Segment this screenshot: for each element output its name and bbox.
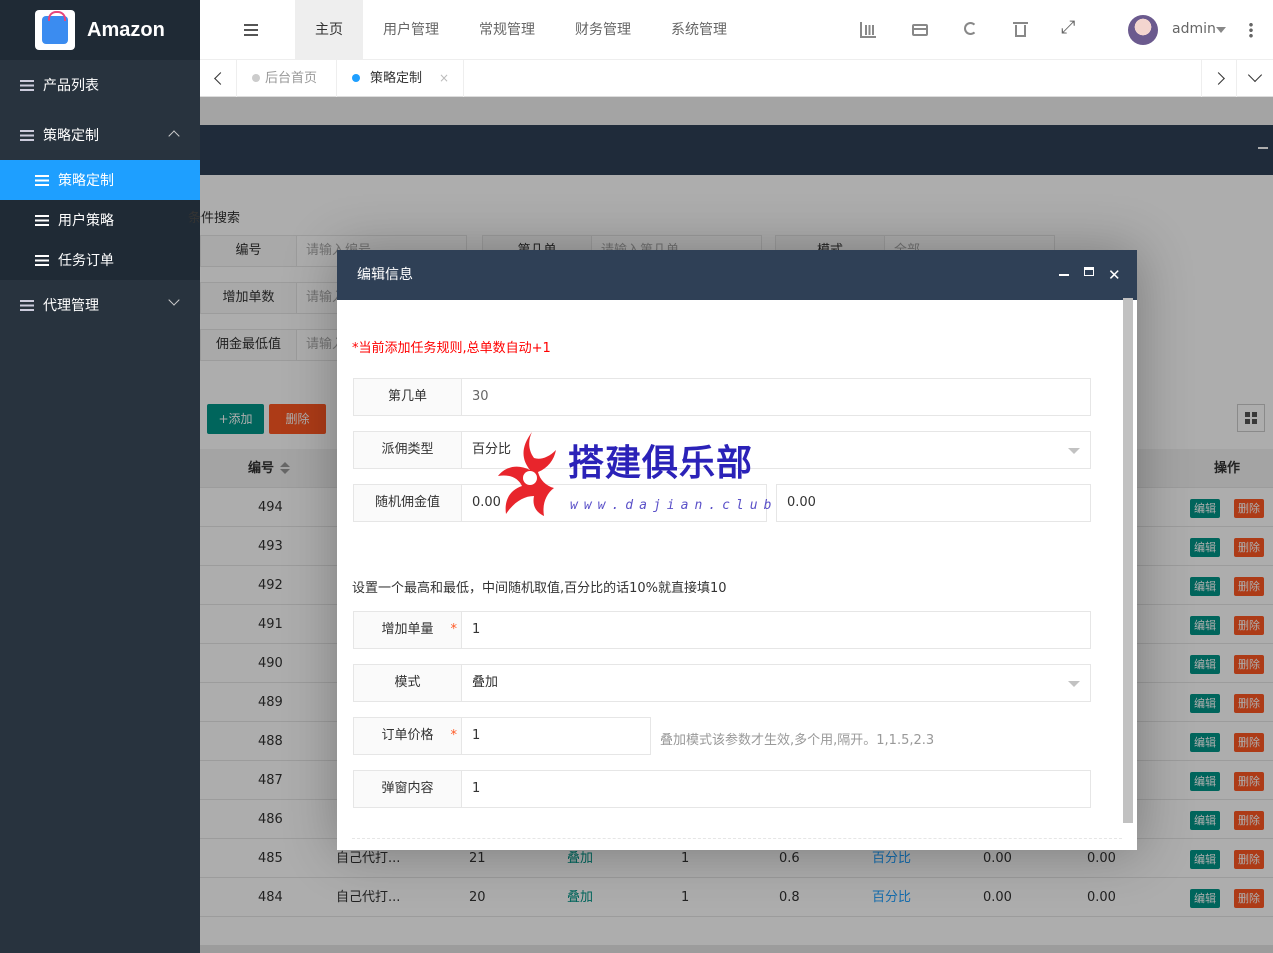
user-name[interactable]: admin	[1172, 21, 1216, 37]
tab-label: 策略定制	[370, 71, 423, 86]
sidebar-subitem-task-orders[interactable]: 任务订单	[0, 240, 200, 280]
field-label: 订单价格 *	[353, 717, 462, 755]
list-icon	[20, 129, 34, 141]
fullscreen-icon[interactable]	[1061, 17, 1078, 38]
tab-menu-icon[interactable]	[1236, 60, 1273, 97]
sidebar-subitem-strategy[interactable]: 策略定制	[0, 160, 200, 200]
avatar[interactable]	[1128, 15, 1158, 45]
top-header: 主页 用户管理 常规管理 财务管理 系统管理 admin	[200, 0, 1273, 60]
top-nav-users[interactable]: 用户管理	[363, 0, 459, 60]
order-price-input[interactable]: 1	[462, 717, 651, 755]
order-index-input[interactable]: 30	[462, 378, 1091, 416]
tab-dot-icon	[252, 74, 260, 82]
required-mark: *	[450, 728, 458, 743]
more-vertical-icon[interactable]	[1249, 22, 1253, 38]
bar-chart-icon[interactable]	[860, 22, 876, 38]
form-row-order-price: 订单价格 * 1	[353, 717, 651, 755]
sidebar-item-products[interactable]: 产品列表	[0, 60, 200, 110]
modal-header: 编辑信息 ✕	[337, 250, 1137, 300]
tabs-bar: 后台首页 策略定制 ×	[200, 60, 1273, 97]
sidebar-subitem-label: 策略定制	[58, 173, 114, 189]
form-row-order-index: 第几单 30	[353, 378, 1091, 416]
sidebar: Amazon 产品列表 策略定制 策略定制 用户策略 任务订单 代理管理	[0, 0, 200, 953]
modal-title: 编辑信息	[357, 267, 413, 283]
commission-hint: 设置一个最高和最低，中间随机取值,百分比的话10%就直接填10	[352, 581, 727, 596]
form-row-add-count: 增加单量 * 1	[353, 611, 1091, 649]
watermark-title: 搭建俱乐部	[568, 443, 754, 484]
sidebar-item-strategy[interactable]: 策略定制	[0, 110, 200, 160]
tab-close-icon[interactable]: ×	[439, 60, 449, 97]
edit-modal: 编辑信息 ✕ *当前添加任务规则,总单数自动+1 第几单 30 派佣类型 百分比…	[337, 250, 1137, 850]
trash-icon[interactable]	[1013, 22, 1028, 37]
list-icon	[20, 79, 34, 91]
credit-card-icon[interactable]	[912, 24, 928, 36]
sidebar-subitem-label: 用户策略	[58, 213, 114, 229]
field-label: 随机佣金值	[353, 484, 462, 522]
sidebar-item-agents[interactable]: 代理管理	[0, 280, 200, 330]
add-count-input[interactable]: 1	[462, 611, 1091, 649]
list-icon	[35, 254, 49, 266]
minimize-icon[interactable]	[1059, 274, 1069, 276]
list-icon	[35, 174, 49, 186]
sidebar-item-label: 产品列表	[43, 78, 99, 94]
order-price-hint: 叠加模式该参数才生效,多个用,隔开。1,1.5,2.3	[660, 733, 935, 748]
sidebar-subitem-user-strategy[interactable]: 用户策略	[0, 200, 200, 240]
top-nav-home[interactable]: 主页	[295, 0, 363, 60]
list-icon	[20, 299, 34, 311]
popup-content-input[interactable]: 1	[462, 770, 1091, 808]
chevron-down-icon	[168, 294, 180, 306]
modal-body: *当前添加任务规则,总单数自动+1 第几单 30 派佣类型 百分比 随机佣金值 …	[337, 300, 1137, 850]
select-caret-icon	[1068, 681, 1080, 687]
watermark-url: www.dajian.club	[570, 498, 778, 513]
tab-label: 后台首页	[265, 71, 318, 86]
brand[interactable]: Amazon	[0, 0, 200, 60]
sidebar-submenu: 策略定制 用户策略 任务订单	[0, 160, 200, 280]
caret-down-icon[interactable]	[1216, 27, 1226, 33]
menu-toggle-icon[interactable]	[244, 24, 258, 36]
refresh-icon[interactable]	[964, 22, 977, 35]
field-label: 派佣类型	[353, 431, 462, 469]
form-row-popup: 弹窗内容 1	[353, 770, 1091, 808]
commission-max-input[interactable]: 0.00	[776, 484, 1091, 522]
top-nav: 主页 用户管理 常规管理 财务管理 系统管理	[295, 0, 747, 60]
required-mark: *	[450, 622, 458, 637]
sidebar-item-label: 代理管理	[43, 298, 99, 314]
brand-name: Amazon	[87, 18, 165, 41]
shopping-bag-logo-icon	[35, 10, 75, 50]
sidebar-subitem-label: 任务订单	[58, 253, 114, 269]
tab-strategy[interactable]: 策略定制 ×	[337, 60, 464, 97]
top-nav-general[interactable]: 常规管理	[459, 0, 555, 60]
top-nav-system[interactable]: 系统管理	[651, 0, 747, 60]
field-label: 增加单量 *	[353, 611, 462, 649]
select-caret-icon	[1068, 448, 1080, 454]
divider	[352, 838, 1122, 839]
top-nav-finance[interactable]: 财务管理	[555, 0, 651, 60]
flame-logo-icon	[498, 432, 556, 516]
notice-text: *当前添加任务规则,总单数自动+1	[352, 341, 551, 356]
field-label: 弹窗内容	[353, 770, 462, 808]
mode-select[interactable]: 叠加	[462, 664, 1091, 702]
field-label: 第几单	[353, 378, 462, 416]
tab-prev-icon[interactable]	[200, 60, 237, 97]
close-icon[interactable]: ✕	[1108, 250, 1121, 300]
watermark: 搭建俱乐部 www.dajian.club	[492, 430, 792, 520]
field-label: 模式	[353, 664, 462, 702]
tab-dot-icon	[352, 74, 360, 82]
list-icon	[35, 214, 49, 226]
tab-next-icon[interactable]	[1201, 60, 1238, 97]
chevron-up-icon	[168, 130, 180, 142]
header-icons	[860, 17, 1114, 38]
sidebar-item-label: 策略定制	[43, 128, 99, 144]
form-row-mode: 模式 叠加	[353, 664, 1091, 702]
modal-scrollbar[interactable]	[1123, 298, 1133, 823]
tab-dashboard[interactable]: 后台首页	[237, 60, 337, 97]
maximize-icon[interactable]	[1084, 267, 1094, 276]
